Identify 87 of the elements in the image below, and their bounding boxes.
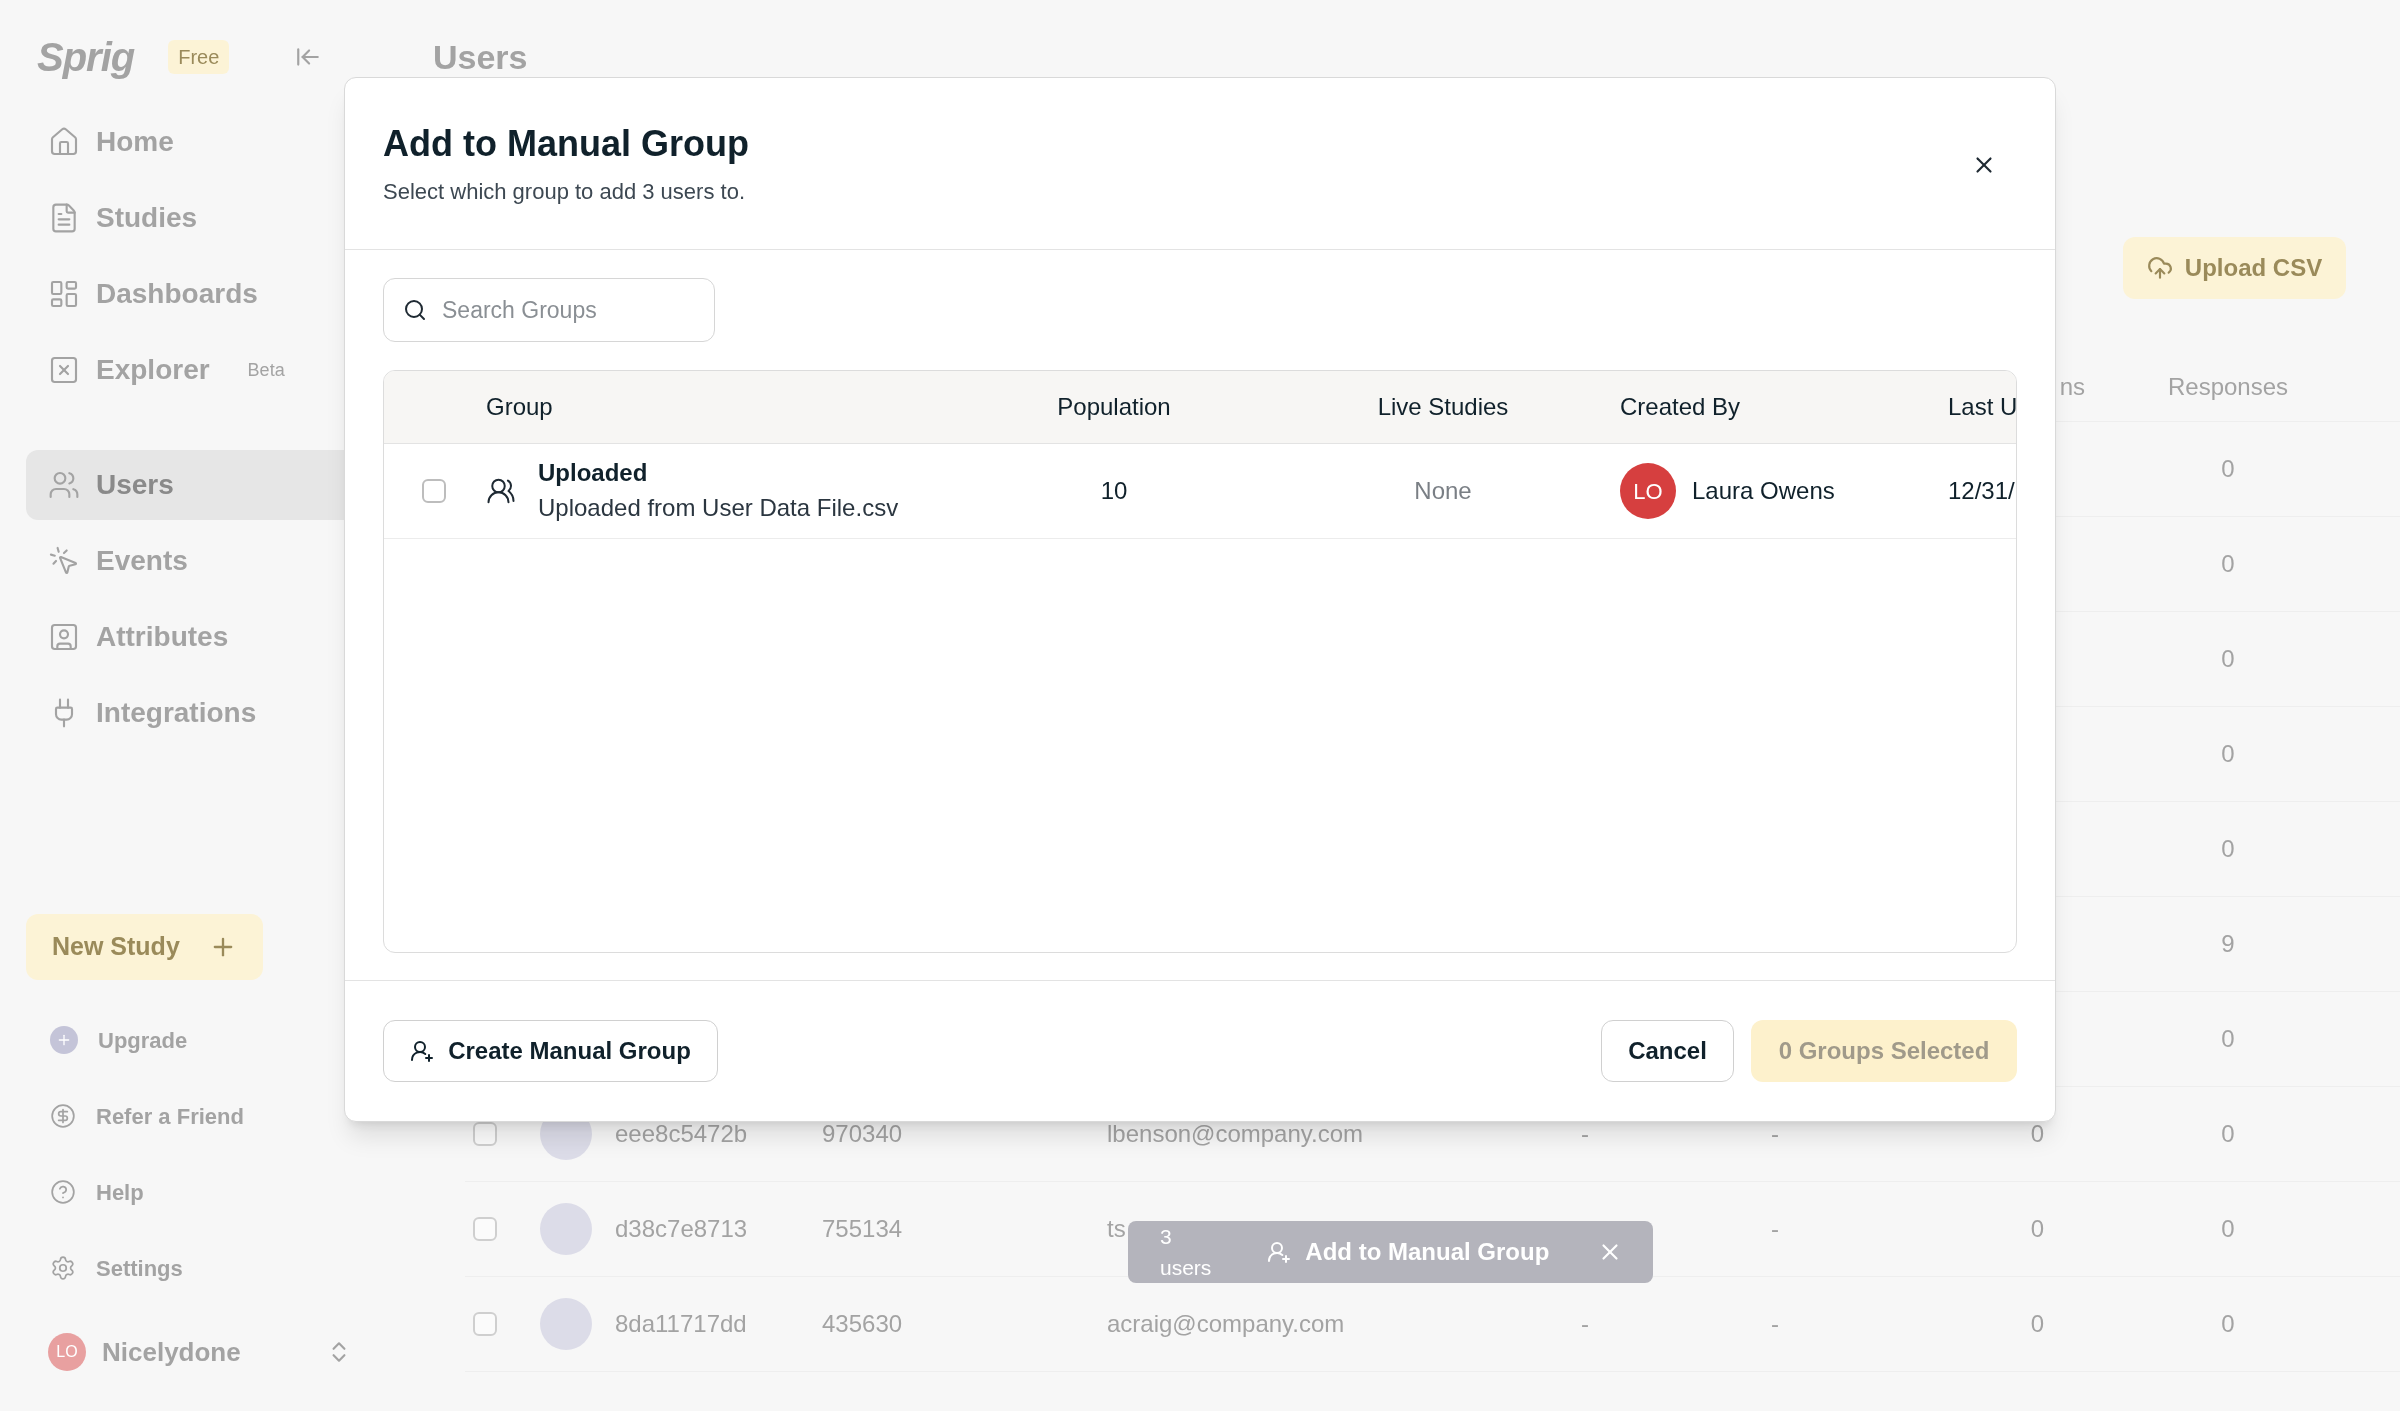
sidebar-item[interactable]: Upgrade [26, 1002, 374, 1078]
dollar-circle-icon [50, 1103, 76, 1129]
group-name: Uploaded [538, 458, 649, 488]
dialog-subtitle: Select which group to add 3 users to. [383, 178, 746, 206]
user-number: 755134 [822, 1215, 903, 1242]
user-id: d38c7e8713 [615, 1215, 748, 1242]
upload-csv-button[interactable]: Upload CSV [2123, 237, 2346, 299]
account-switcher[interactable]: LO Nicelydone [26, 1318, 374, 1386]
user-avatar [540, 1298, 592, 1350]
house-icon [48, 126, 80, 158]
sidebar-item[interactable]: Studies [26, 183, 374, 253]
logo: Sprig [37, 34, 135, 81]
search-field[interactable]: Search Groups [383, 278, 715, 342]
responses-cell-text: 9 [2221, 929, 2235, 959]
responses-cell-text: 0 [2221, 1214, 2235, 1244]
column-header: Responses [2167, 371, 2289, 402]
users-icon [48, 469, 80, 501]
users-icon [486, 476, 516, 506]
responses-cell-text: 0 [2221, 1309, 2235, 1339]
responses-cell-text: 0 [2221, 739, 2235, 769]
responses-cell-text: 0 [2221, 454, 2235, 484]
sidebar-item[interactable]: Integrations [26, 678, 374, 748]
creator-avatar: LO [1620, 463, 1676, 519]
dashboard-icon [48, 278, 80, 310]
user-card-icon [48, 621, 80, 653]
last-updated-cell: 12/31/ [1948, 477, 2015, 504]
settings-icon [50, 1255, 76, 1281]
user-number: 435630 [822, 1310, 903, 1337]
user-number: 970340 [822, 1120, 903, 1147]
responses-cell-text: 0 [2221, 644, 2235, 674]
selection-count: 3 users [1160, 1223, 1212, 1281]
sidebar-item[interactable]: Explorer Beta [26, 335, 374, 405]
population-cell-text: 10 [1100, 476, 1128, 506]
pointer-click-icon [48, 545, 80, 577]
table-cell: - [1771, 1215, 1779, 1242]
user-avatar [540, 1203, 592, 1255]
square-x-icon [48, 354, 80, 386]
table-cell-text: 0 [2030, 1309, 2045, 1339]
column-header: Live Studies [1377, 392, 1509, 422]
table-cell-text: 0 [2030, 1119, 2045, 1149]
new-study-button[interactable]: New Study [26, 914, 263, 980]
create-manual-group-button[interactable]: Create Manual Group [383, 1020, 718, 1082]
search-icon [403, 298, 427, 322]
sidebar-item[interactable]: Dashboards [26, 259, 374, 329]
column-header: Created By [1620, 393, 1741, 420]
column-header: Group [486, 393, 553, 420]
beta-label: Beta [247, 358, 285, 382]
table-cell: - [1581, 1120, 1589, 1147]
user-email: acraig@company.com [1107, 1310, 1345, 1337]
plan-badge: Free [168, 40, 230, 74]
row-checkbox[interactable] [473, 1217, 497, 1241]
sidebar-item[interactable]: Help [26, 1154, 374, 1230]
group-description: Uploaded from User Data File.csv [538, 493, 899, 523]
live-studies-cell-text: None [1414, 476, 1472, 506]
user-email: ts [1107, 1215, 1126, 1242]
add-user-icon [1267, 1240, 1292, 1264]
creator-name: Laura Owens [1692, 476, 1835, 506]
dialog-title: Add to Manual Group [383, 122, 749, 166]
table-cell-text: 0 [2030, 1214, 2045, 1244]
sidebar-item[interactable]: Refer a Friend [26, 1078, 374, 1154]
user-id: 8da11717dd [615, 1310, 747, 1337]
row-checkbox[interactable] [473, 1312, 497, 1336]
cancel-button[interactable]: Cancel [1601, 1020, 1734, 1082]
row-checkbox[interactable] [422, 479, 446, 503]
page-title: Users [433, 38, 528, 76]
add-user-icon [410, 1039, 435, 1063]
user-email: lbenson@company.com [1107, 1120, 1364, 1147]
column-header: ns [2059, 371, 2085, 402]
sidebar-item[interactable]: Settings [26, 1230, 374, 1306]
add-to-group-button[interactable]: Add to Manual Group [1267, 1234, 1550, 1270]
row-checkbox[interactable] [473, 1122, 497, 1146]
table-cell: - [1771, 1310, 1779, 1337]
user-id: eee8c5472b [615, 1120, 748, 1147]
responses-cell-text: 0 [2221, 549, 2235, 579]
sidebar-item[interactable]: Attributes [26, 602, 374, 672]
responses-cell-text: 0 [2221, 1119, 2235, 1149]
sidebar-item[interactable]: Events [26, 526, 374, 596]
table-cell: - [1771, 1120, 1779, 1147]
sidebar-item[interactable]: Home [26, 107, 374, 177]
help-icon [50, 1179, 76, 1205]
column-header: Last U [1948, 393, 2016, 420]
column-header: Population [1057, 392, 1171, 422]
responses-cell-text: 0 [2221, 1024, 2235, 1054]
responses-cell-text: 0 [2221, 834, 2235, 864]
upload-cloud-icon [2146, 255, 2173, 281]
account-avatar: LO [48, 1333, 86, 1371]
table-cell: - [1581, 1310, 1589, 1337]
